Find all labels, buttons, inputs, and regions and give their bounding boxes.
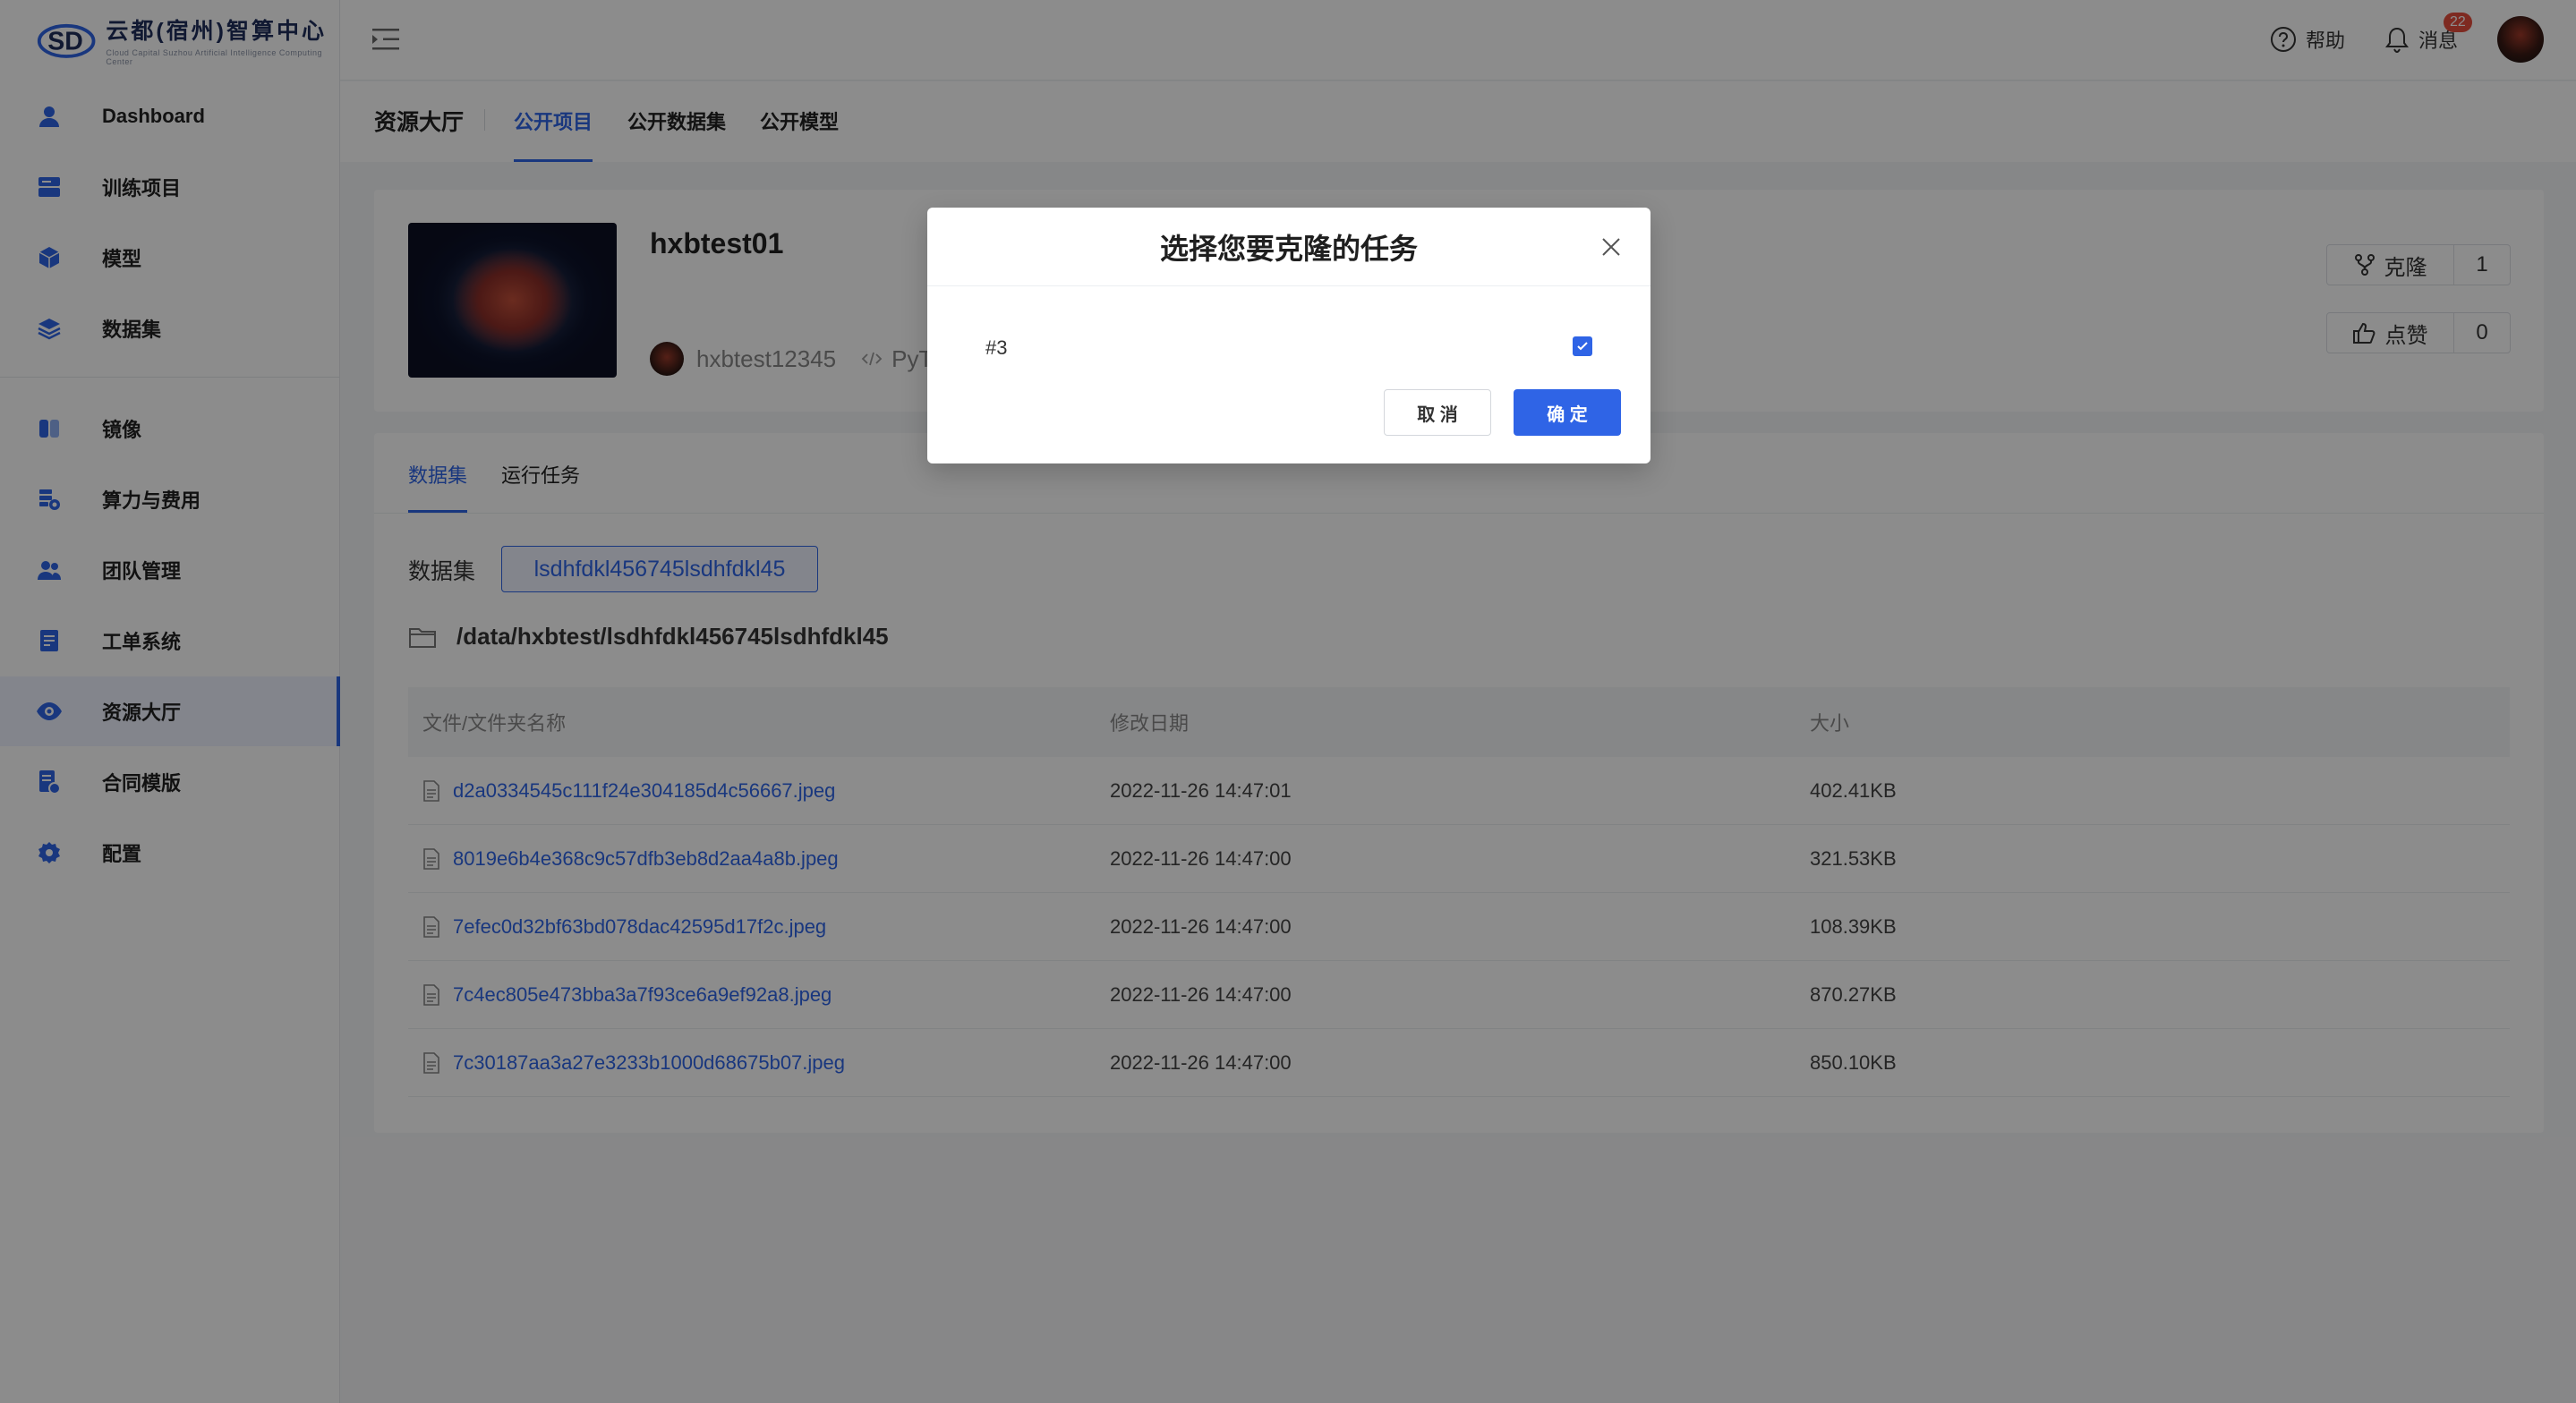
close-icon[interactable] — [1600, 236, 1622, 258]
task-option-label: #3 — [985, 336, 1008, 359]
clone-task-dialog: 选择您要克隆的任务 #3 取 消 确 定 — [927, 208, 1651, 463]
cancel-button[interactable]: 取 消 — [1384, 389, 1491, 436]
dialog-title: 选择您要克隆的任务 — [927, 208, 1651, 286]
check-icon — [1577, 342, 1588, 351]
confirm-button[interactable]: 确 定 — [1514, 389, 1621, 436]
task-option-checkbox[interactable] — [1573, 336, 1592, 356]
